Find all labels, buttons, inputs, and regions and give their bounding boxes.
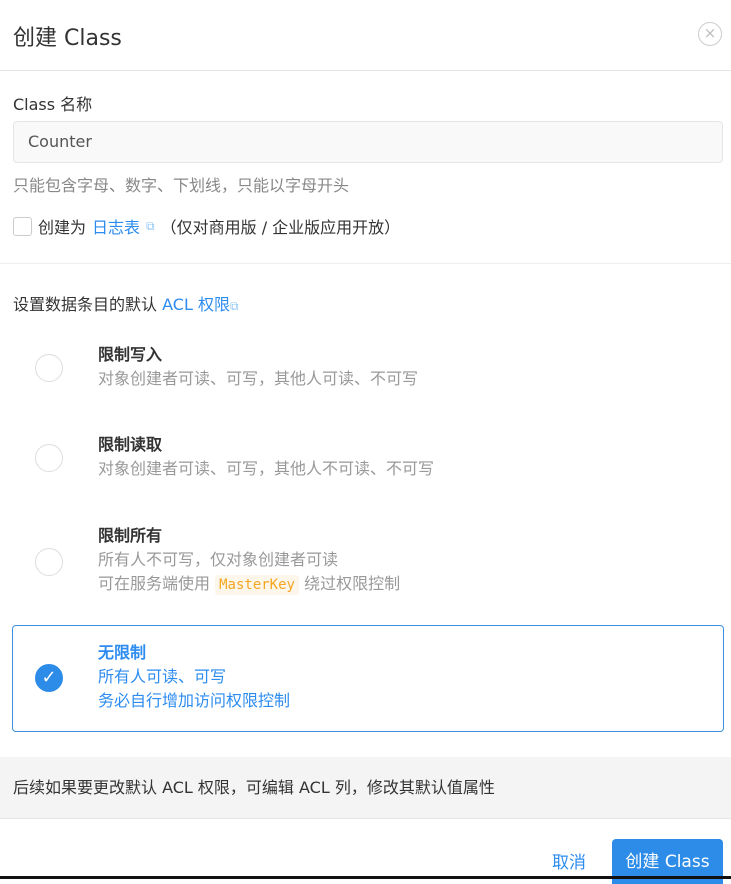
option-desc: 所有人可读、可写 — [98, 667, 227, 686]
acl-option-restrict-write[interactable]: 限制写入对象创建者可读、可写，其他人可读、不可写 — [12, 330, 724, 405]
option-title: 限制写入 — [98, 345, 163, 364]
acl-title-text: 设置数据条目的默认 — [13, 295, 158, 314]
cancel-button[interactable]: 取消 — [552, 848, 586, 873]
dialog-header: 创建 Class × — [0, 0, 731, 71]
option-desc: 对象创建者可读、可写，其他人可读、不可写 — [98, 369, 419, 388]
external-link-icon: ⧉ — [146, 218, 155, 233]
class-name-input[interactable]: Counter — [13, 121, 723, 163]
masterkey-code: MasterKey — [215, 575, 299, 595]
option-title: 无限制 — [98, 643, 147, 662]
class-name-hint: 只能包含字母、数字、下划线，只能以字母开头 — [13, 176, 350, 195]
divider — [0, 263, 731, 264]
acl-note: 后续如果要更改默认 ACL 权限，可编辑 ACL 列，修改其默认值属性 — [0, 757, 731, 819]
option-desc: 对象创建者可读、可写，其他人不可读、不可写 — [98, 459, 435, 478]
class-name-label: Class 名称 — [13, 95, 93, 114]
option-desc-2: 务必自行增加访问权限控制 — [98, 691, 291, 710]
log-table-checkbox[interactable] — [13, 216, 32, 236]
acl-option-restrict-read[interactable]: 限制读取对象创建者可读、可写，其他人不可读、不可写 — [12, 420, 724, 495]
radio-unselected[interactable] — [35, 548, 63, 576]
external-link-icon: ⧉ — [229, 299, 239, 313]
option-desc-2-suffix: 绕过权限控制 — [304, 574, 401, 593]
option-desc: 所有人不可写，仅对象创建者可读 — [98, 550, 339, 569]
dialog-title: 创建 Class — [13, 26, 122, 51]
log-table-row: 创建为 日志表 ⧉ （仅对商用版 / 企业版应用开放） — [13, 214, 400, 238]
radio-unselected[interactable] — [35, 354, 63, 382]
acl-title: 设置数据条目的默认 ACL 权限⧉ — [13, 291, 239, 315]
log-table-link[interactable]: 日志表 — [92, 214, 140, 238]
acl-option-unrestricted[interactable]: ✓ 无限制所有人可读、可写务必自行增加访问权限控制 — [12, 625, 724, 732]
log-table-prefix: 创建为 — [38, 218, 87, 237]
option-title: 限制读取 — [98, 435, 163, 454]
log-table-suffix: （仅对商用版 / 企业版应用开放） — [160, 218, 401, 237]
acl-link[interactable]: ACL 权限 — [162, 295, 230, 314]
acl-option-restrict-all[interactable]: 限制所有所有人不可写，仅对象创建者可读 可在服务端使用 MasterKey 绕过权… — [12, 510, 724, 610]
radio-unselected[interactable] — [35, 444, 63, 472]
close-icon[interactable]: × — [698, 22, 722, 46]
option-desc-2: 可在服务端使用 — [98, 574, 211, 593]
check-circle-icon[interactable]: ✓ — [35, 664, 63, 692]
option-title: 限制所有 — [98, 526, 163, 545]
